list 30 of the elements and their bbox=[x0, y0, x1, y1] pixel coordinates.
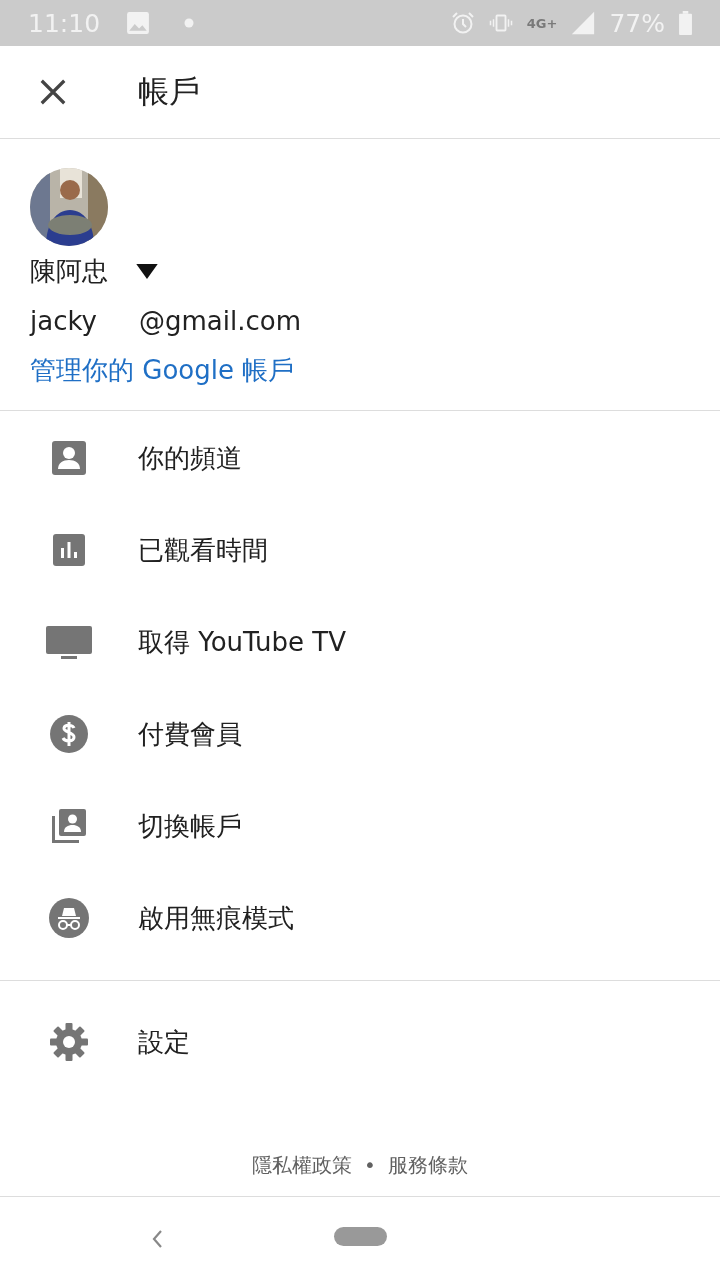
menu-item[interactable]: 啟用無痕模式 bbox=[0, 872, 720, 964]
alarm-icon bbox=[450, 11, 475, 35]
menu-item[interactable]: 你的頻道 bbox=[0, 412, 720, 504]
account-name: 陳阿忠 bbox=[30, 254, 108, 288]
email-text: jacky bbox=[30, 306, 97, 336]
image-icon bbox=[126, 11, 151, 35]
dot-icon bbox=[184, 18, 195, 28]
dropdown-caret-icon[interactable] bbox=[136, 263, 158, 279]
menu-item[interactable]: 設定 bbox=[0, 996, 720, 1088]
switch-account-icon bbox=[49, 806, 89, 846]
signal-icon bbox=[571, 11, 596, 35]
separator-dot: • bbox=[364, 1153, 376, 1177]
menu-item[interactable]: 已觀看時間 bbox=[0, 504, 720, 596]
close-icon bbox=[38, 77, 68, 107]
manage-account-link[interactable]: 管理你的 Google 帳戶 bbox=[30, 346, 295, 394]
settings-icon bbox=[49, 1022, 89, 1062]
home-pill[interactable] bbox=[334, 1227, 387, 1246]
network-type: 4G+ bbox=[526, 15, 558, 31]
terms-link[interactable]: 服務條款 bbox=[387, 1151, 468, 1179]
battery-icon bbox=[679, 11, 692, 35]
back-icon[interactable] bbox=[151, 1229, 163, 1249]
menu-item[interactable]: 切換帳戶 bbox=[0, 780, 720, 872]
person-icon bbox=[49, 438, 89, 478]
dollar-icon bbox=[49, 714, 89, 754]
email-text: @gmail.com bbox=[138, 306, 301, 336]
incognito-icon bbox=[49, 898, 89, 938]
menu-item[interactable]: 取得 YouTube TV bbox=[0, 596, 720, 688]
menu-item[interactable]: 付費會員 bbox=[0, 688, 720, 780]
privacy-link[interactable]: 隱私權政策 bbox=[252, 1151, 353, 1179]
page-title: 帳戶 bbox=[138, 72, 200, 111]
